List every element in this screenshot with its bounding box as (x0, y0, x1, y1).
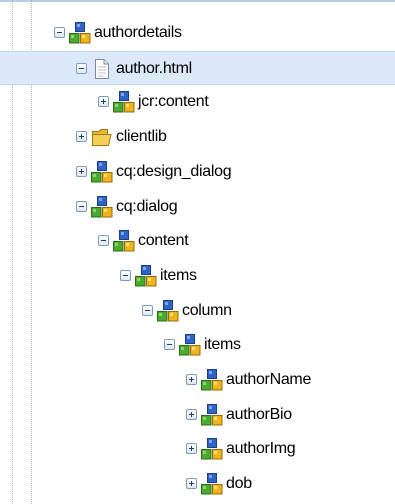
tree-node[interactable]: cq:design_dialog (0, 155, 395, 189)
tree-node-label[interactable]: items (160, 267, 197, 285)
repository-tree: authordetails author.html jcr:content clien… (0, 0, 395, 504)
node-cubes-icon (201, 403, 223, 426)
tree-node-label[interactable]: authorBio (226, 406, 292, 424)
tree-node[interactable]: authorBio (0, 398, 395, 432)
node-cubes-icon (69, 22, 91, 44)
tree-node[interactable]: authorName (0, 363, 395, 397)
tree-node-label[interactable]: cq:design_dialog (116, 163, 232, 181)
expand-toggle-icon[interactable] (98, 96, 109, 108)
top-border (0, 0, 395, 2)
tree-node-label[interactable]: clientlib (116, 128, 167, 146)
tree-node-label[interactable]: authorImg (226, 440, 296, 458)
collapse-toggle-icon[interactable] (54, 27, 65, 38)
tree-node-label[interactable]: cq:dialog (116, 198, 178, 216)
tree-node[interactable]: authordetails (0, 16, 395, 50)
expand-toggle-icon[interactable] (186, 374, 197, 385)
node-cubes-icon (201, 438, 223, 460)
expand-toggle-icon[interactable] (186, 478, 197, 490)
tree-node-label[interactable]: column (182, 302, 232, 320)
node-cubes-icon (135, 264, 157, 287)
collapse-toggle-icon[interactable] (120, 269, 131, 281)
tree-node-label[interactable]: dob (226, 475, 252, 493)
tree-node[interactable]: cq:dialog (0, 190, 395, 224)
tree-node[interactable]: content (0, 224, 395, 258)
collapse-toggle-icon[interactable] (76, 62, 87, 74)
tree-node[interactable]: authorImg (0, 432, 395, 466)
node-cubes-icon (113, 91, 135, 113)
collapse-toggle-icon[interactable] (164, 339, 175, 351)
expand-toggle-icon[interactable] (186, 408, 197, 420)
node-cubes-icon (91, 160, 113, 183)
node-cubes-icon (179, 334, 201, 356)
collapse-toggle-icon[interactable] (142, 304, 153, 316)
expand-toggle-icon[interactable] (76, 131, 87, 143)
tree-node[interactable]: column (0, 294, 395, 328)
expand-toggle-icon[interactable] (186, 443, 197, 455)
collapse-toggle-icon[interactable] (76, 200, 87, 212)
folder-icon (91, 126, 113, 148)
tree-node-label[interactable]: authorName (226, 371, 311, 389)
expand-toggle-icon[interactable] (76, 165, 87, 177)
node-cubes-icon (157, 299, 179, 322)
tree-node-label[interactable]: authordetails (94, 24, 182, 42)
tree-node-label[interactable]: jcr:content (138, 93, 209, 111)
tree-node-label[interactable]: content (138, 232, 189, 250)
node-cubes-icon (201, 473, 223, 495)
tree-node-label[interactable]: items (204, 336, 241, 354)
tree-node[interactable]: items (0, 328, 395, 362)
tree-node[interactable]: author.html (0, 50, 395, 85)
tree-node[interactable]: jcr:content (0, 85, 395, 119)
tree-node[interactable]: items (0, 259, 395, 293)
node-cubes-icon (91, 195, 113, 218)
collapse-toggle-icon[interactable] (98, 235, 109, 247)
tree-node[interactable]: clientlib (0, 120, 395, 154)
tree-node[interactable]: dob (0, 467, 395, 501)
tree-node-label[interactable]: author.html (116, 60, 192, 78)
node-cubes-icon (113, 230, 135, 252)
file-icon (91, 58, 113, 80)
node-cubes-icon (201, 369, 223, 391)
